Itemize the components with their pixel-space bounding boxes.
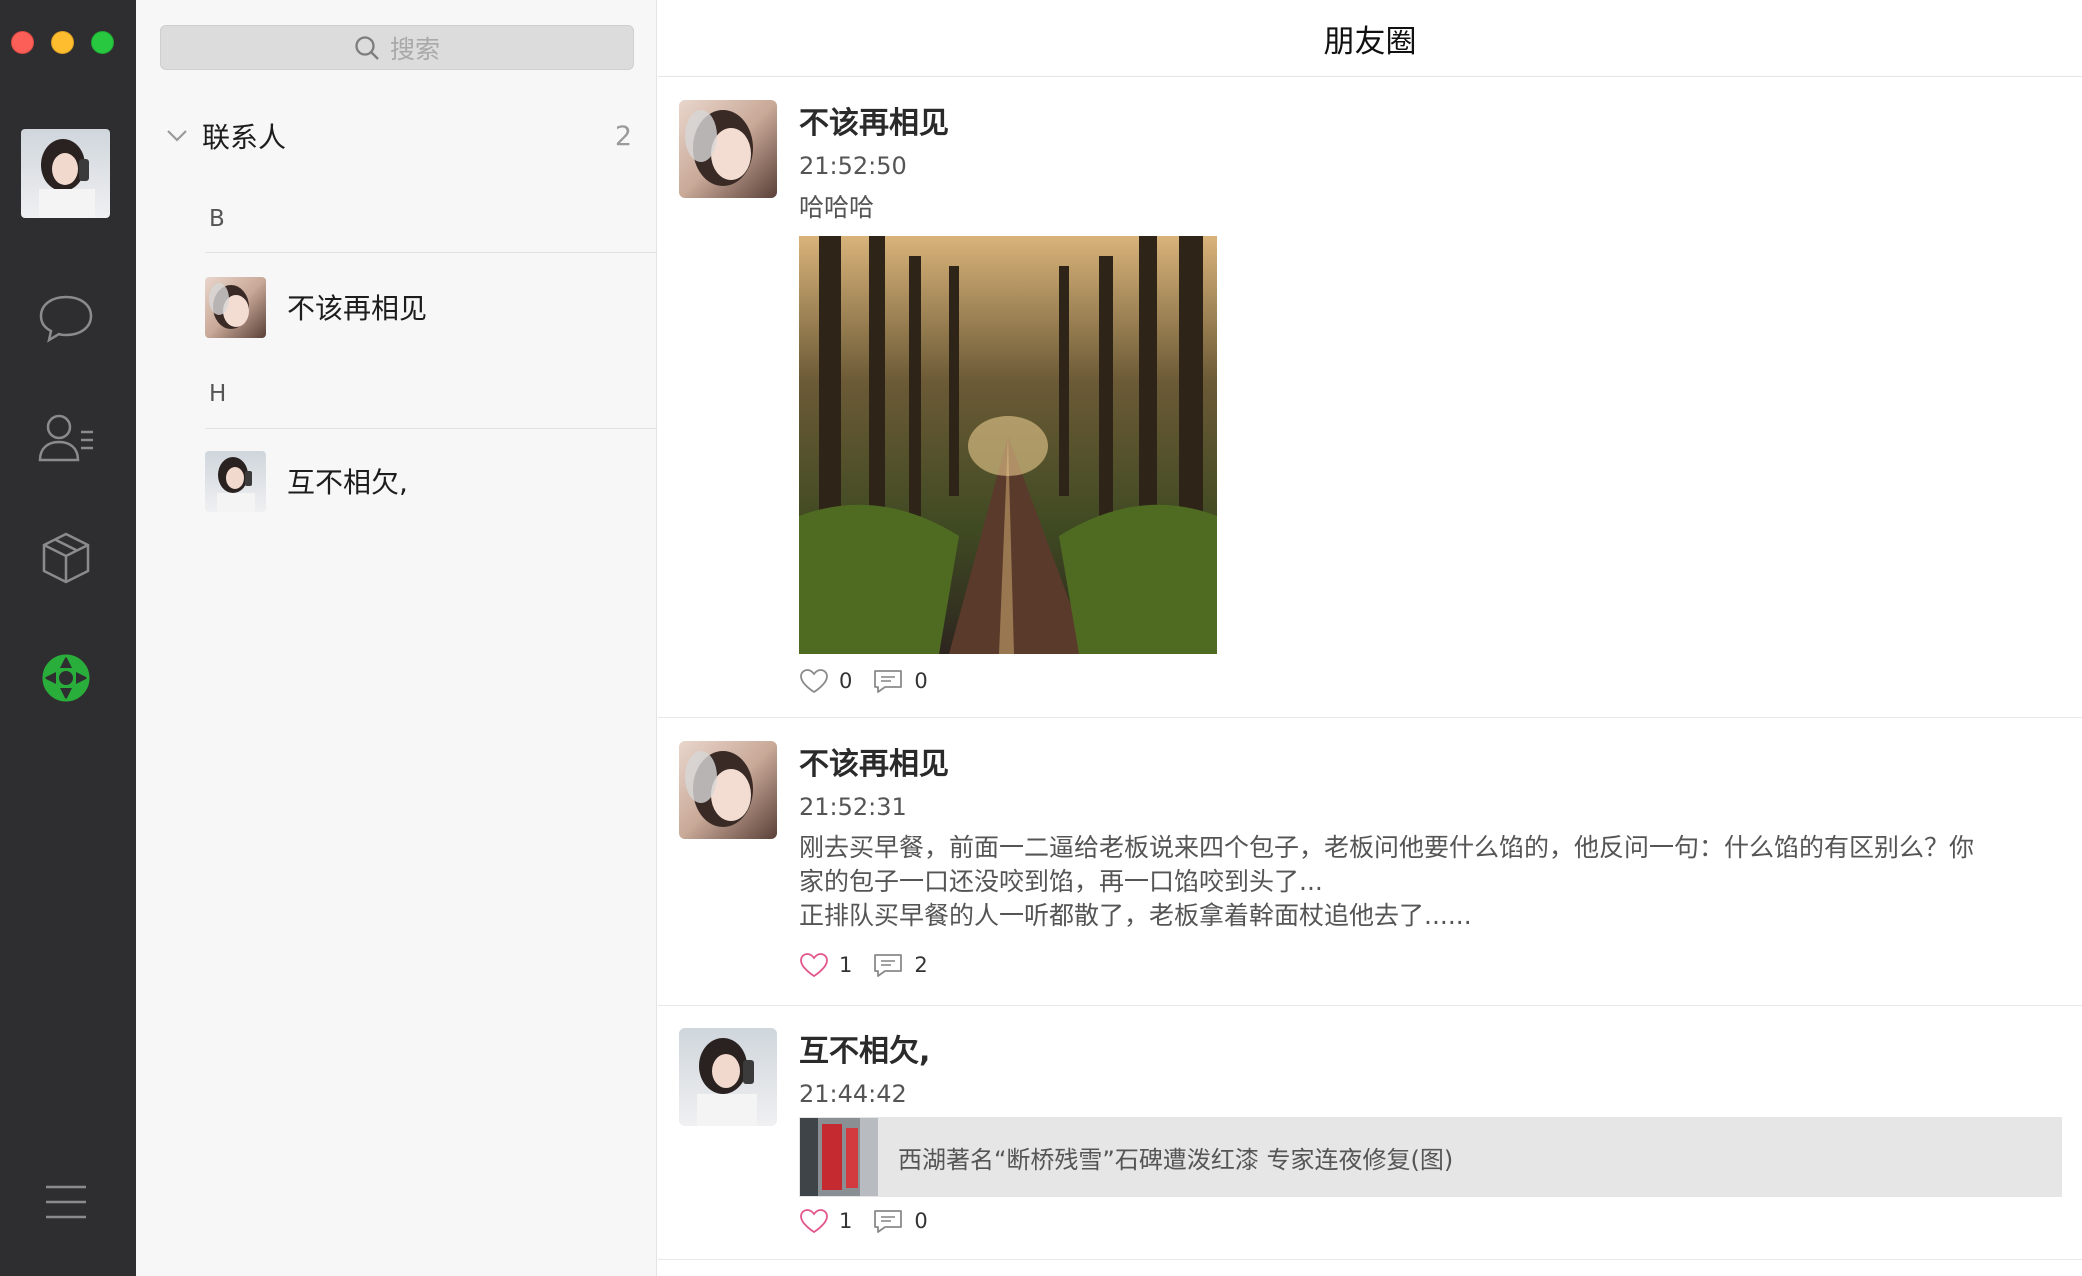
post-time: 21:52:50 (799, 152, 907, 180)
post-time: 21:52:31 (799, 793, 907, 821)
comment-count: 0 (914, 669, 928, 693)
search-placeholder: 搜索 (389, 34, 440, 64)
contacts-panel: 搜索 联系人 2 B 不该再相见 H 互不相欠, (136, 0, 657, 1276)
group-title: 联系人 (202, 121, 287, 154)
section-letter: B (209, 206, 225, 232)
post-photo[interactable] (799, 236, 1217, 654)
post-text-line: 正排队买早餐的人一听都散了，老板拿着幹面杖追他去了...... (799, 901, 1472, 930)
contact-avatar (205, 276, 266, 338)
contact-item[interactable]: 互不相欠, (205, 446, 657, 516)
link-card[interactable]: 西湖著名“断桥残雪”石碑遭泼红漆 专家连夜修复(图) (799, 1117, 2062, 1197)
like-count: 0 (839, 669, 853, 693)
post-author[interactable]: 不该再相见 (799, 98, 949, 142)
contact-item[interactable]: 不该再相见 (205, 272, 657, 342)
post-avatar[interactable] (679, 100, 777, 198)
my-avatar[interactable] (21, 129, 110, 218)
comment-count: 0 (914, 1209, 928, 1233)
section-divider (205, 428, 657, 429)
menu-icon[interactable] (34, 1170, 98, 1234)
window-maximize-button[interactable] (91, 31, 114, 54)
chevron-down-icon (167, 130, 187, 142)
moments-pane: 朋友圈 不该再相见 21:52:50 哈哈哈 0 0 不该再相见 21:52:3… (658, 0, 2082, 1276)
search-input[interactable]: 搜索 (160, 25, 634, 70)
contact-avatar (205, 450, 266, 512)
like-count: 1 (839, 953, 853, 977)
box-icon[interactable] (34, 526, 98, 590)
contact-name: 互不相欠, (287, 466, 408, 499)
post-actions: 1 0 (799, 1208, 948, 1234)
post-actions: 0 0 (799, 668, 948, 694)
like-count: 1 (839, 1209, 853, 1233)
contacts-group-header[interactable]: 联系人 2 (166, 112, 636, 160)
post-text: 哈哈哈 (799, 193, 875, 222)
like-icon[interactable] (799, 668, 829, 694)
window-minimize-button[interactable] (51, 31, 74, 54)
post-text-line: 家的包子一口还没咬到馅，再一口馅咬到头了... (799, 867, 1323, 896)
post-author[interactable]: 不该再相见 (799, 739, 949, 783)
section-letter: H (209, 381, 227, 407)
moment-post: 不该再相见 21:52:50 哈哈哈 0 0 (658, 78, 2082, 718)
chat-icon[interactable] (34, 286, 98, 350)
like-icon[interactable] (799, 1208, 829, 1234)
page-title: 朋友圈 (658, 0, 2082, 77)
search-icon (355, 35, 379, 60)
post-time: 21:44:42 (799, 1080, 907, 1108)
app-sidebar (0, 0, 136, 1276)
post-actions: 1 2 (799, 952, 948, 978)
moments-icon[interactable] (34, 646, 98, 710)
contact-name: 不该再相见 (287, 292, 428, 325)
window-close-button[interactable] (11, 31, 34, 54)
section-divider (205, 252, 657, 253)
comment-icon[interactable] (872, 952, 904, 978)
post-avatar[interactable] (679, 1028, 777, 1126)
comment-icon[interactable] (872, 668, 904, 694)
link-title: 西湖著名“断桥残雪”石碑遭泼红漆 专家连夜修复(图) (898, 1145, 1454, 1174)
contacts-icon[interactable] (34, 406, 98, 470)
post-text: 刚去买早餐，前面一二逼给老板说来四个包子，老板问他要什么馅的，他反问一句：什么馅… (799, 831, 2064, 933)
post-author[interactable]: 互不相欠, (799, 1026, 930, 1070)
moment-post: 不该再相见 21:52:31 刚去买早餐，前面一二逼给老板说来四个包子，老板问他… (658, 719, 2082, 1006)
post-avatar[interactable] (679, 741, 777, 839)
comment-icon[interactable] (872, 1208, 904, 1234)
group-count: 2 (614, 120, 632, 152)
moment-post: 互不相欠, 21:44:42 西湖著名“断桥残雪”石碑遭泼红漆 专家连夜修复(图… (658, 1006, 2082, 1260)
post-text-line: 刚去买早餐，前面一二逼给老板说来四个包子，老板问他要什么馅的，他反问一句：什么馅… (799, 833, 1975, 862)
like-icon[interactable] (799, 952, 829, 978)
link-thumbnail (800, 1118, 878, 1196)
comment-count: 2 (914, 953, 928, 977)
